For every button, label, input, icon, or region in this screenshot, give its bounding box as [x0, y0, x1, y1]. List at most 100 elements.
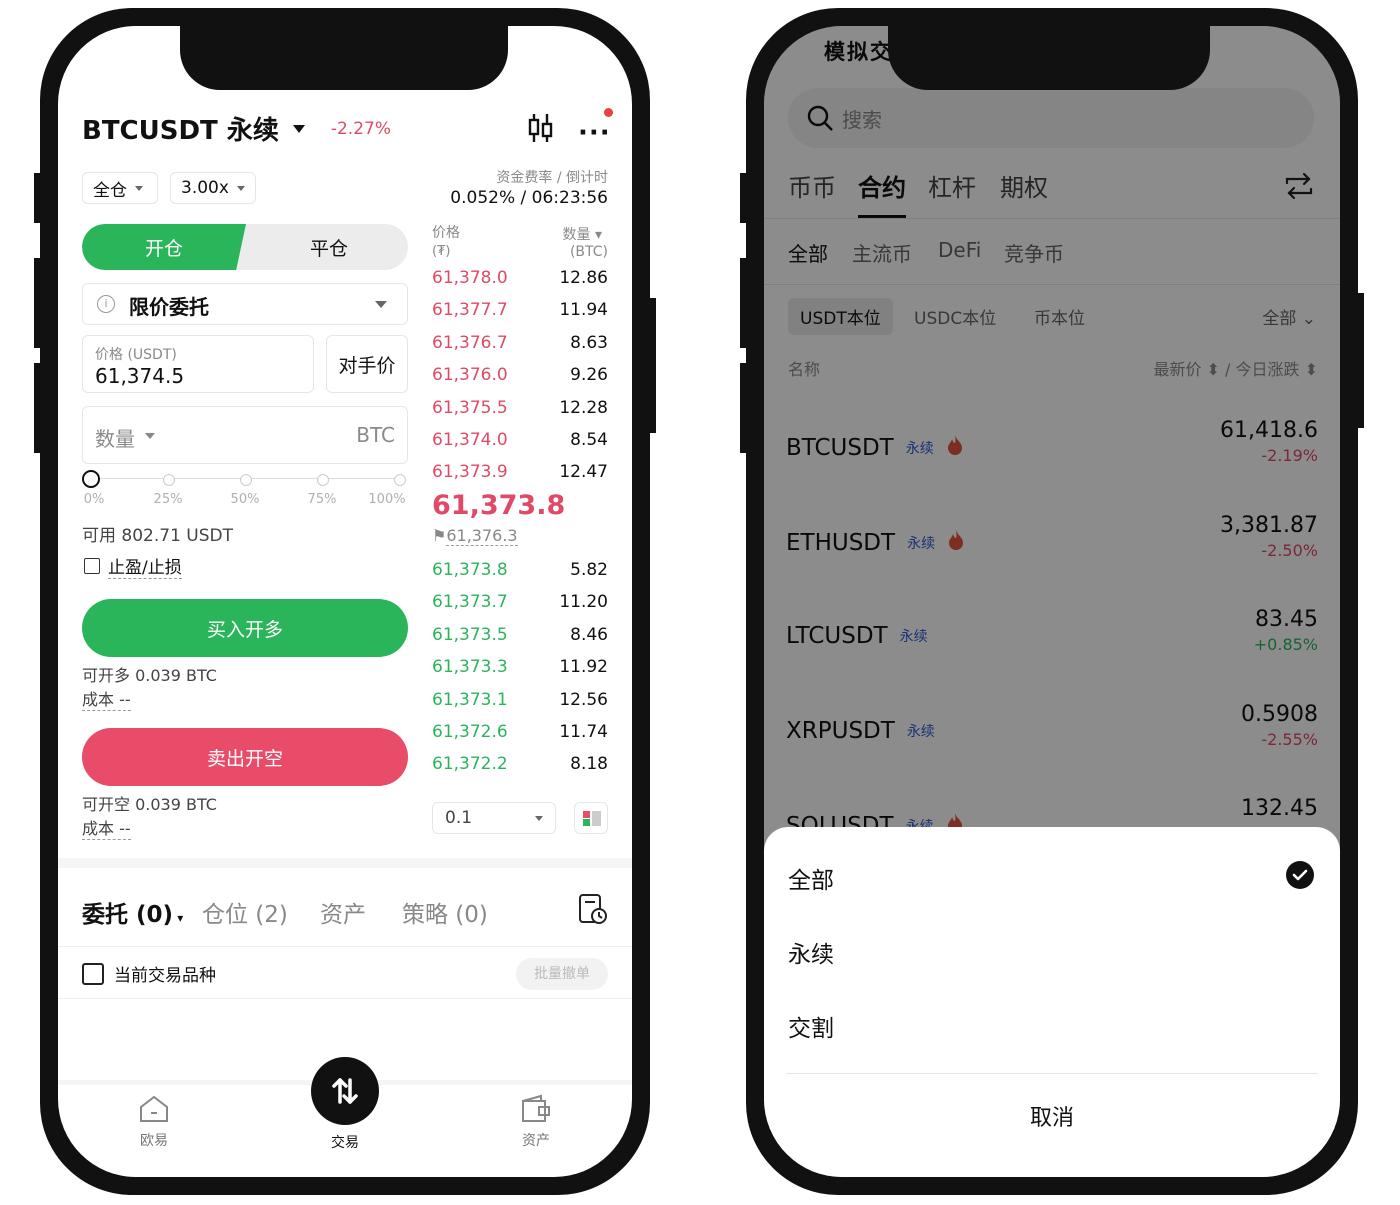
- tab-orders[interactable]: 委托 (0) ▾: [82, 895, 183, 929]
- bid-price: 61,373.8: [432, 560, 508, 580]
- batch-cancel-button[interactable]: 批量撤单: [516, 958, 608, 990]
- book-layout-icon[interactable]: [574, 802, 608, 834]
- chevron-down-icon: [135, 185, 143, 191]
- tpsl-label[interactable]: 止盈/止损: [108, 553, 182, 579]
- last-price: 61,373.8: [432, 490, 566, 521]
- bid-price: 61,373.7: [432, 592, 508, 613]
- right-phone: 模拟交 搜索 币币 合约 杠杆 期权 全部 主流币 DeFi 竞争币 USDT本…: [740, 8, 1364, 1195]
- ask-qty: 12.28: [559, 397, 608, 418]
- ask-price: 61,377.7: [432, 300, 508, 321]
- bid-row[interactable]: 61,373.1 12.56: [432, 686, 608, 714]
- ask-price: 61,376.7: [432, 332, 508, 353]
- option-perpetual[interactable]: 永续: [788, 935, 834, 969]
- margin-mode-select[interactable]: 全仓: [82, 172, 158, 204]
- order-history-icon[interactable]: [578, 892, 608, 930]
- funding-label: 资金费率 / 倒计时: [496, 170, 608, 186]
- bid-row[interactable]: 61,373.7 11.20: [432, 588, 608, 616]
- bid-row[interactable]: 61,372.2 8.18: [432, 750, 608, 778]
- bid-qty: 5.82: [570, 560, 608, 580]
- ask-qty: 9.26: [570, 365, 608, 386]
- funding-value: 0.052% / 06:23:56: [450, 188, 608, 208]
- bid-price: 61,373.1: [432, 689, 508, 710]
- ask-row[interactable]: 61,376.0 9.26: [432, 361, 608, 389]
- quantity-slider[interactable]: 0% 25% 50% 75% 100%: [82, 470, 406, 508]
- option-delivery[interactable]: 交割: [788, 1009, 834, 1043]
- left-screen: BTCUSDT 永续 -2.27% ··· 全仓 3.00x 资金费率 / 倒计…: [58, 26, 632, 1177]
- ask-row[interactable]: 61,373.9 12.47: [432, 458, 608, 486]
- ask-qty: 8.63: [570, 332, 608, 353]
- qty-header[interactable]: 数量 ▾: [563, 224, 602, 244]
- nav-home[interactable]: 欧易: [124, 1094, 184, 1150]
- ask-row[interactable]: 61,374.0 8.54: [432, 426, 608, 454]
- nav-assets[interactable]: 资产: [506, 1094, 566, 1150]
- bid-price: 61,373.3: [432, 657, 508, 678]
- chevron-down-icon: [535, 816, 543, 821]
- counterparty-price-button[interactable]: 对手价: [326, 335, 408, 393]
- chevron-down-icon: [236, 185, 245, 191]
- quantity-input[interactable]: 数量 BTC: [82, 406, 408, 464]
- symbol-dropdown-icon[interactable]: [292, 124, 305, 133]
- current-pair-checkbox[interactable]: [82, 963, 104, 985]
- ask-row[interactable]: 61,375.5 12.28: [432, 394, 608, 422]
- tpsl-checkbox[interactable]: [84, 558, 100, 574]
- bid-row[interactable]: 61,373.3 11.92: [432, 653, 608, 681]
- swap-arrows-icon: [332, 1078, 358, 1104]
- right-screen: 模拟交 搜索 币币 合约 杠杆 期权 全部 主流币 DeFi 竞争币 USDT本…: [764, 26, 1340, 1177]
- buy-long-button[interactable]: 买入开多: [82, 599, 408, 657]
- short-cost: 成本 --: [82, 815, 131, 840]
- wallet-icon: [522, 1094, 550, 1122]
- close-tab[interactable]: 平仓: [250, 224, 408, 270]
- ask-row[interactable]: 61,376.7 8.63: [432, 329, 608, 357]
- notification-dot: [604, 108, 613, 117]
- ask-row[interactable]: 61,378.0 12.86: [432, 264, 608, 292]
- long-cost: 成本 --: [82, 686, 131, 711]
- ask-price: 61,373.9: [432, 462, 508, 483]
- bid-row[interactable]: 61,373.8 5.82: [432, 556, 608, 584]
- tab-strategies[interactable]: 策略 (0): [402, 895, 488, 929]
- slider-thumb[interactable]: [82, 470, 100, 488]
- ask-price: 61,378.0: [432, 268, 508, 288]
- leverage-select[interactable]: 3.00x: [170, 172, 256, 204]
- ask-price: 61,374.0: [432, 430, 508, 450]
- price-input[interactable]: 价格 (USDT) 61,374.5: [82, 335, 314, 393]
- bid-row[interactable]: 61,373.5 8.46: [432, 621, 608, 649]
- ask-row[interactable]: 61,377.7 11.94: [432, 296, 608, 324]
- sell-short-button[interactable]: 卖出开空: [82, 728, 408, 786]
- contract-type-sheet: 全部 永续 交割 取消: [764, 827, 1340, 1177]
- nav-trade-label[interactable]: 交易: [315, 1132, 375, 1152]
- flag-icon: ⚑: [432, 526, 447, 545]
- bid-price: 61,373.5: [432, 624, 508, 645]
- can-open-long: 可开多 0.039 BTC: [82, 666, 217, 685]
- mark-price: ⚑61,376.3: [432, 526, 518, 546]
- bid-price: 61,372.2: [432, 754, 508, 775]
- symbol-title[interactable]: BTCUSDT 永续: [82, 110, 279, 147]
- bid-qty: 11.92: [559, 657, 608, 678]
- tab-positions[interactable]: 仓位 (2): [202, 895, 288, 929]
- candlestick-chart-icon[interactable]: [528, 112, 554, 148]
- daily-change: -2.27%: [330, 118, 391, 139]
- bid-price: 61,372.6: [432, 722, 508, 742]
- depth-select[interactable]: 0.1: [432, 802, 556, 834]
- cancel-button[interactable]: 取消: [764, 1089, 1340, 1149]
- bid-qty: 8.18: [570, 754, 608, 775]
- bid-row[interactable]: 61,372.6 11.74: [432, 718, 608, 746]
- ask-qty: 8.54: [570, 430, 608, 450]
- chevron-down-icon: [375, 301, 387, 308]
- more-icon[interactable]: ···: [578, 118, 611, 148]
- trade-fab[interactable]: [311, 1057, 379, 1125]
- chevron-down-icon: [145, 433, 155, 439]
- info-icon: i: [97, 295, 115, 313]
- left-phone: BTCUSDT 永续 -2.27% ··· 全仓 3.00x 资金费率 / 倒计…: [34, 8, 656, 1195]
- bid-qty: 11.74: [559, 722, 608, 742]
- ask-qty: 12.86: [559, 268, 608, 288]
- can-open-short: 可开空 0.039 BTC: [82, 795, 217, 814]
- open-tab[interactable]: 开仓: [82, 224, 246, 270]
- tab-assets[interactable]: 资产: [320, 895, 366, 929]
- ask-price: 61,375.5: [432, 397, 508, 418]
- bid-qty: 11.20: [559, 592, 608, 613]
- orders-tabs: 委托 (0) ▾ 仓位 (2) 资产 策略 (0): [82, 895, 622, 931]
- option-all[interactable]: 全部: [788, 861, 834, 895]
- current-pair-label: 当前交易品种: [114, 966, 216, 986]
- order-type-select[interactable]: i 限价委托: [82, 283, 408, 325]
- ask-qty: 12.47: [559, 462, 608, 483]
